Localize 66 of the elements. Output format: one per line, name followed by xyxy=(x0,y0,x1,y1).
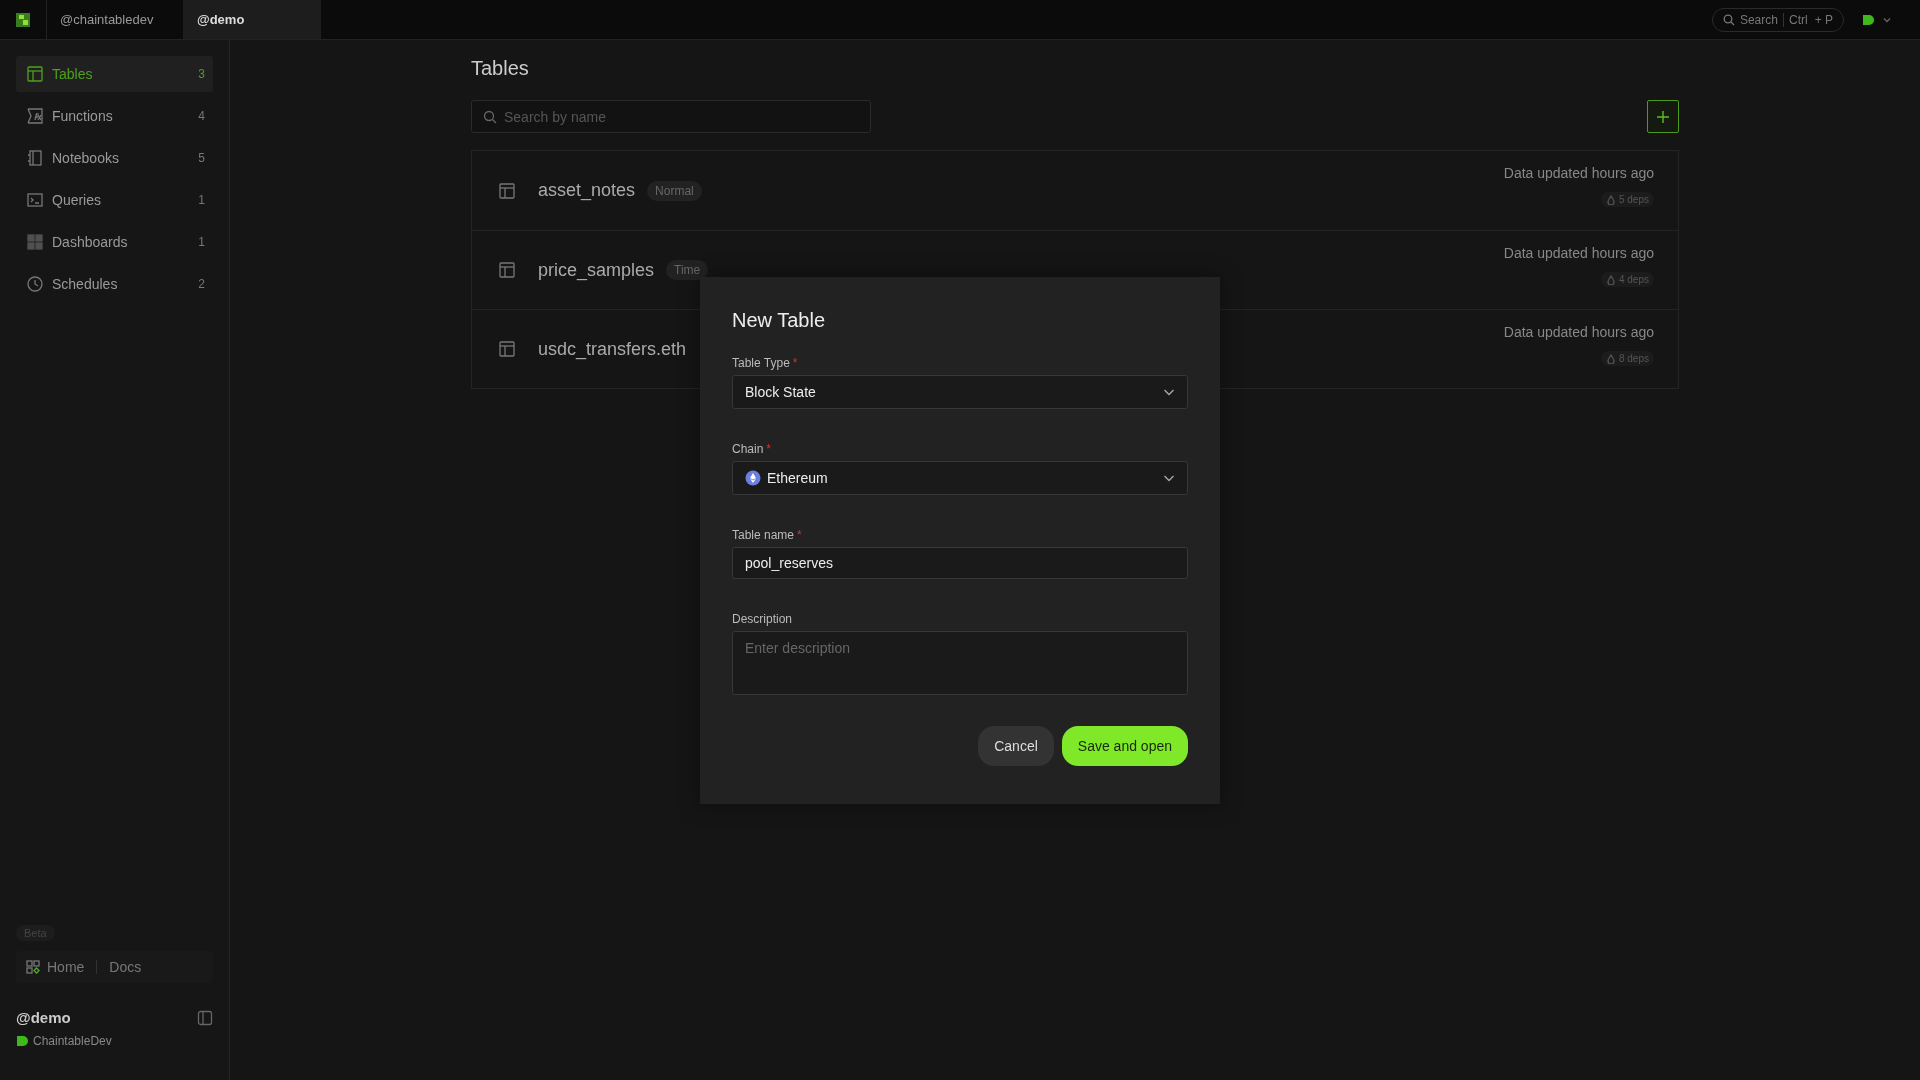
search-label: Search xyxy=(1739,12,1778,27)
updated-text: Data updated hours ago xyxy=(1503,245,1654,261)
drop-icon xyxy=(1605,274,1616,285)
table-name: price_samples xyxy=(538,259,655,281)
text-field[interactable]: pool_reserves xyxy=(732,546,1188,579)
field-label: Table Type * xyxy=(732,355,798,370)
sidebar-item[interactable]: Dashboards 1 xyxy=(16,224,213,260)
description-field[interactable]: Enter description xyxy=(732,630,1188,695)
drop-icon xyxy=(1605,194,1616,205)
diamond-coin-icon xyxy=(745,469,761,486)
table-type-tag: Normal xyxy=(647,180,702,201)
shortcut-key: Ctrl xyxy=(1782,12,1808,27)
item-count: 1 xyxy=(198,193,205,207)
org-logo-icon xyxy=(16,1035,28,1047)
sidebar-item[interactable]: Schedules 2 xyxy=(16,266,213,302)
field-label: Chain * xyxy=(732,441,772,456)
cancel-button[interactable]: Cancel xyxy=(978,725,1054,766)
apps-icon xyxy=(26,960,40,974)
updated-text: Data updated hours ago xyxy=(1503,324,1654,340)
save-button[interactable]: Save and open xyxy=(1061,725,1188,766)
search-field[interactable]: Search by name xyxy=(471,100,871,133)
sidebar-link[interactable]: Home xyxy=(26,959,85,975)
org-logo-icon xyxy=(1862,13,1874,26)
select-field[interactable]: Ethereum xyxy=(732,460,1188,495)
sidebar-link[interactable]: Docs xyxy=(109,959,142,975)
table-type-tag: Time xyxy=(666,260,709,280)
notebook-icon xyxy=(26,149,44,167)
table-name: asset_notes xyxy=(538,180,636,201)
search-icon xyxy=(1722,13,1735,26)
sidebar-item[interactable]: Functions 4 xyxy=(16,98,213,134)
required-mark: * xyxy=(766,441,772,456)
dialog-title: New Table xyxy=(732,308,827,332)
sidebar-item[interactable]: Notebooks 5 xyxy=(16,140,213,176)
item-count: 1 xyxy=(198,235,205,249)
table-icon xyxy=(498,261,516,279)
field-label: Table name * xyxy=(732,527,802,542)
required-mark: * xyxy=(792,355,798,370)
item-count: 5 xyxy=(198,151,205,165)
required-mark: * xyxy=(797,527,802,542)
select-field[interactable]: Block State xyxy=(732,374,1188,409)
drop-icon xyxy=(1605,353,1616,364)
function-icon xyxy=(26,107,44,125)
table-icon xyxy=(26,65,44,83)
page-title: Tables xyxy=(471,57,530,81)
terminal-icon xyxy=(26,191,44,209)
shortcut-key: + P xyxy=(1812,12,1833,27)
sidebar-item[interactable]: Tables 3 xyxy=(16,56,213,92)
table-icon xyxy=(498,181,516,200)
item-count: 4 xyxy=(198,109,205,123)
table-name: usdc_transfers.eth xyxy=(538,338,687,360)
workspace-name: @demo xyxy=(16,1009,71,1026)
sidebar-toggle-icon xyxy=(197,1009,213,1026)
updated-text: Data updated hours ago xyxy=(1503,165,1654,181)
plus-icon xyxy=(1655,108,1671,125)
table-icon xyxy=(498,340,516,358)
dashboard-icon xyxy=(26,233,44,251)
add-button[interactable] xyxy=(1647,100,1679,133)
search-icon xyxy=(483,110,497,124)
workspace-tab[interactable]: @demo xyxy=(184,0,321,39)
clock-icon xyxy=(26,275,44,293)
logo-icon xyxy=(15,11,31,28)
sidebar-item[interactable]: Queries 1 xyxy=(16,182,213,218)
field-label: Description xyxy=(732,611,793,626)
item-count: 2 xyxy=(198,277,205,291)
organization-name: ChaintableDev xyxy=(33,1034,112,1048)
item-count: 3 xyxy=(198,67,205,81)
